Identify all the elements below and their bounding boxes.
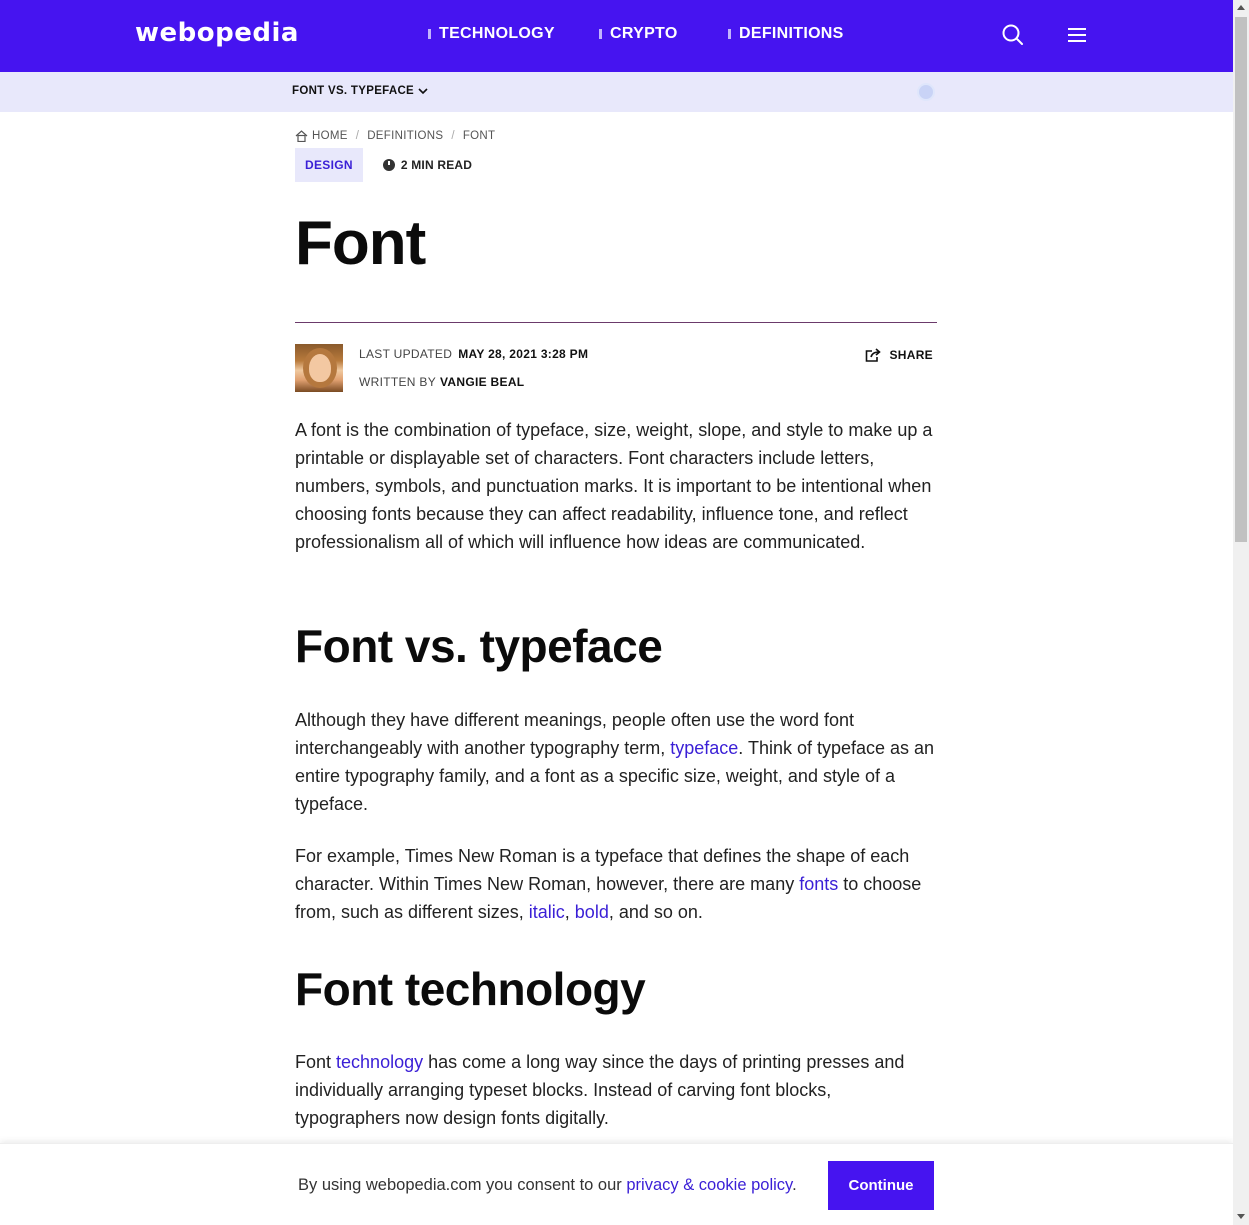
top-navigation-bar: webopedia TECHNOLOGY CRYPTO DEFINITIONS [0, 0, 1233, 72]
paragraph-example: For example, Times New Roman is a typefa… [295, 846, 922, 922]
author-info: LAST UPDATED MAY 28, 2021 3:28 PM WRITTEN… [295, 344, 937, 392]
written-by: WRITTEN BY VANGIE BEAL [359, 375, 524, 389]
nav-link-crypto[interactable]: CRYPTO [599, 25, 678, 43]
author-avatar[interactable] [295, 344, 343, 392]
reading-progress-indicator [917, 83, 935, 101]
nav-link-label: DEFINITIONS [739, 25, 844, 42]
site-logo[interactable]: webopedia [135, 18, 299, 48]
article-tags: DESIGN 2 MIN READ [295, 148, 472, 182]
cookie-consent-banner: By using webopedia.com you consent to ou… [0, 1143, 1233, 1225]
link-technology[interactable]: technology [336, 1052, 423, 1072]
last-updated-date: MAY 28, 2021 3:28 PM [458, 347, 589, 361]
nav-bullet-icon [599, 29, 602, 39]
toc-label: FONT VS. TYPEFACE [292, 85, 415, 97]
written-by-label: WRITTEN BY [359, 375, 436, 389]
cookie-message: By using webopedia.com you consent to ou… [298, 1176, 797, 1194]
intro-paragraph: A font is the combination of typeface, s… [295, 420, 933, 552]
link-typeface[interactable]: typeface [670, 738, 738, 758]
toc-dropdown[interactable]: FONT VS. TYPEFACE [292, 85, 428, 97]
nav-bullet-icon [428, 29, 431, 39]
nav-link-definitions[interactable]: DEFINITIONS [728, 25, 844, 43]
read-time: 2 MIN READ [382, 158, 473, 172]
link-bold[interactable]: bold [575, 902, 609, 922]
nav-link-label: CRYPTO [610, 25, 678, 42]
scroll-down-icon[interactable] [1237, 1214, 1245, 1219]
share-icon [866, 348, 882, 362]
table-of-contents-bar: FONT VS. TYPEFACE [0, 72, 1233, 112]
last-updated: LAST UPDATED MAY 28, 2021 3:28 PM [359, 347, 588, 361]
breadcrumb: HOME / DEFINITIONS / FONT [295, 130, 495, 142]
search-icon[interactable] [1000, 22, 1026, 48]
page-title: Font [295, 209, 426, 278]
page-scrollbar[interactable] [1233, 0, 1249, 1225]
breadcrumb-definitions[interactable]: DEFINITIONS [367, 130, 443, 142]
read-time-label: 2 MIN READ [400, 158, 473, 172]
link-italic[interactable]: italic [529, 902, 565, 922]
privacy-policy-link[interactable]: privacy & cookie policy [626, 1176, 792, 1194]
paragraph-font-vs-typeface: Although they have different meanings, p… [295, 710, 935, 814]
title-divider [295, 322, 937, 323]
section-heading-font-vs-typeface: Font vs. typeface [295, 620, 663, 672]
breadcrumb-separator: / [355, 130, 360, 142]
nav-bullet-icon [728, 29, 731, 39]
share-label: SHARE [889, 348, 933, 362]
link-fonts[interactable]: fonts [799, 874, 838, 894]
scrollbar-thumb[interactable] [1235, 17, 1247, 542]
section-heading-font-technology: Font technology [295, 963, 646, 1015]
clock-icon [382, 159, 395, 171]
breadcrumb-current[interactable]: FONT [463, 130, 496, 142]
breadcrumb-separator: / [451, 130, 455, 142]
hamburger-menu-icon[interactable] [1064, 22, 1090, 48]
scroll-up-icon[interactable] [1237, 5, 1245, 10]
category-tag[interactable]: DESIGN [295, 148, 363, 182]
continue-button[interactable]: Continue [828, 1161, 934, 1210]
last-updated-label: LAST UPDATED [359, 347, 453, 361]
nav-link-technology[interactable]: TECHNOLOGY [428, 25, 555, 43]
paragraph-font-technology: Font technology has come a long way sinc… [295, 1052, 905, 1128]
breadcrumb-home[interactable]: HOME [312, 130, 348, 142]
author-name[interactable]: VANGIE BEAL [440, 375, 524, 389]
chevron-down-icon [418, 88, 428, 95]
home-icon [295, 130, 308, 142]
share-button[interactable]: SHARE [865, 348, 933, 362]
nav-link-label: TECHNOLOGY [439, 25, 555, 42]
